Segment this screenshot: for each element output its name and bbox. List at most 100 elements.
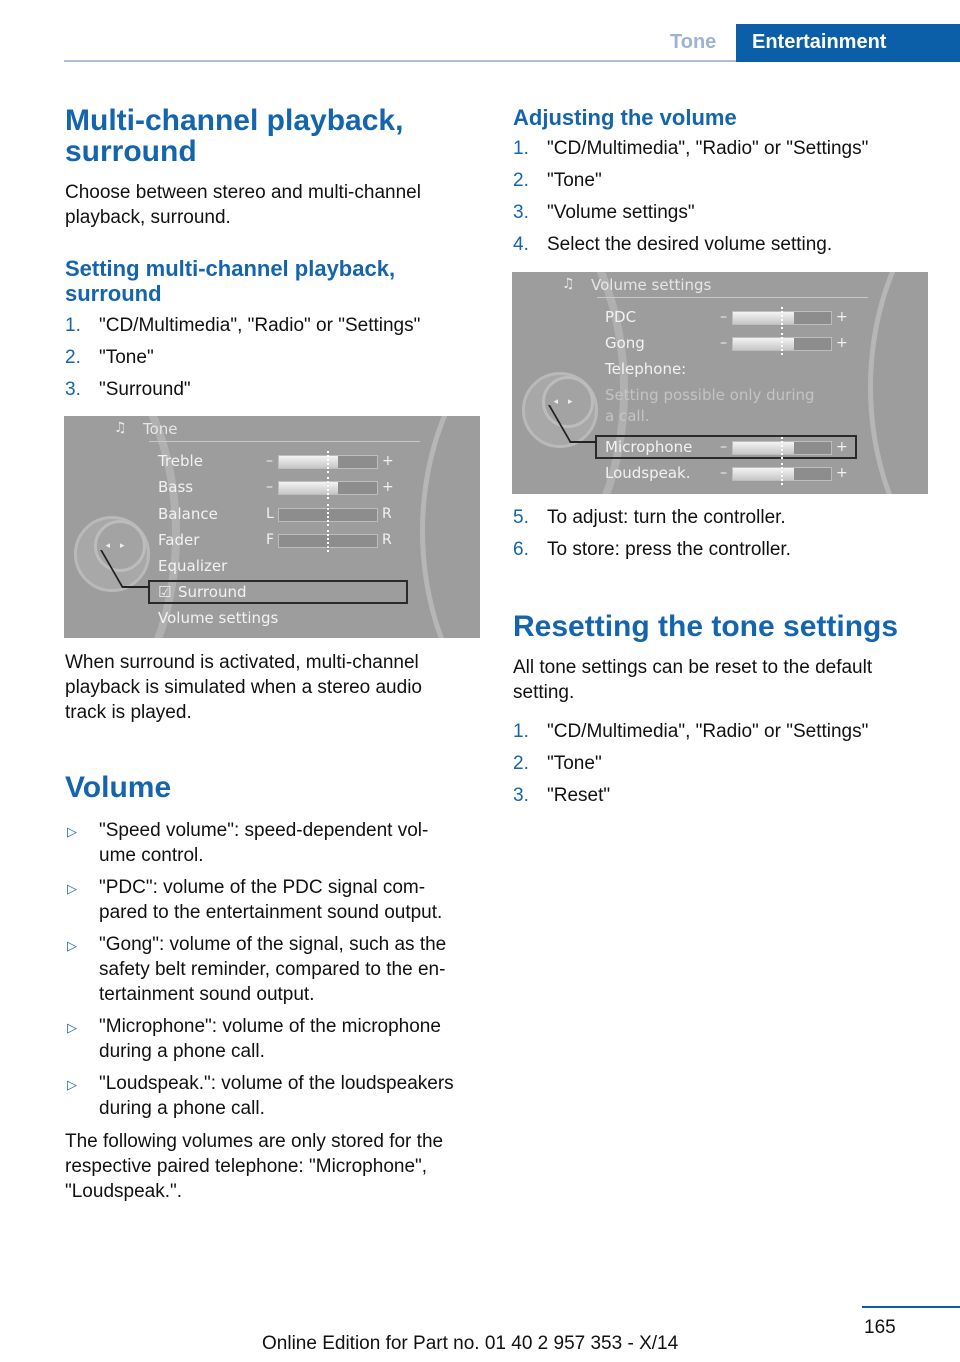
slider-left-label: – xyxy=(720,465,727,481)
bullet-text: "Microphone": volume of the microphone du… xyxy=(99,1014,519,1064)
step-number: 4. xyxy=(513,234,529,255)
slider-center-mark xyxy=(327,530,331,552)
checkbox-checked-icon: ☑ xyxy=(158,583,172,601)
slider-center-mark xyxy=(781,333,785,355)
bullet-item: ▷ "Gong": volume of the signal, such as t… xyxy=(65,932,519,1007)
screen-header-line xyxy=(597,297,868,298)
slider-track[interactable] xyxy=(732,307,832,329)
slider-right-label: + xyxy=(382,453,394,469)
slider-right-label: R xyxy=(382,506,392,522)
intro-text: Choose between stereo and multi-channel … xyxy=(65,182,421,228)
header-chapter-tab: Entertainment xyxy=(736,24,960,62)
step-number: 6. xyxy=(513,539,529,560)
slider-track[interactable] xyxy=(732,463,832,485)
slider-track[interactable] xyxy=(278,451,378,473)
bullet-item: ▷ "PDC": volume of the PDC signal com-par… xyxy=(65,875,519,925)
reset-title: Resetting the tone settings xyxy=(513,610,899,643)
list-item: 2. "Tone" xyxy=(513,168,947,193)
menu-item-label: Balance xyxy=(158,505,218,523)
slider-center-mark xyxy=(781,463,785,485)
step-text: "Tone" xyxy=(547,753,602,774)
manual-page: Tone Entertainment Multi-channel playbac… xyxy=(0,0,960,1362)
slider-right-label: + xyxy=(836,439,848,455)
list-item: 1. "CD/Multimedia", "Radio" or "Settings" xyxy=(65,313,499,338)
slider-center-mark xyxy=(327,477,331,499)
bullet-line: pared to the entertainment sound output. xyxy=(99,902,443,923)
menu-item-label: Treble xyxy=(158,452,203,470)
step-text: "Tone" xyxy=(99,347,154,368)
footer-edition: Online Edition for Part no. 01 40 2 957 … xyxy=(262,1333,679,1354)
list-item: 5. To adjust: turn the controller. xyxy=(513,505,947,530)
step-number: 3. xyxy=(513,202,529,223)
slider-track[interactable] xyxy=(278,530,378,552)
list-item: 3. "Volume settings" xyxy=(513,200,947,225)
tone-menu-screenshot: ◂▸ ♫ Tone Treble – + Bass – + Balance L R Fader F R Equ… xyxy=(64,416,480,638)
bullet-line: during a phone call. xyxy=(99,1041,265,1062)
step-text: "CD/Multimedia", "Radio" or "Settings" xyxy=(99,315,421,336)
bullet-triangle-icon: ▷ xyxy=(67,938,77,953)
slider-right-label: + xyxy=(836,465,848,481)
list-item: 3. "Surround" xyxy=(65,377,499,402)
bullet-line: "Gong": volume of the signal, such as th… xyxy=(99,934,447,955)
slider-left-label: – xyxy=(720,439,727,455)
menu-item-label: Microphone xyxy=(605,438,693,456)
volume-settings-screenshot: ◂▸ ♫ Volume settings PDC – + Gong – + Telephone: S… xyxy=(512,272,928,494)
list-item: 3. "Reset" xyxy=(513,783,947,808)
step-number: 3. xyxy=(65,379,81,400)
bullet-text: "Loudspeak.": volume of the loudspeakers… xyxy=(99,1071,519,1121)
bullet-line: "Speed volume": speed-dependent vol- xyxy=(99,820,429,841)
bullet-line: safety belt reminder, compared to the en… xyxy=(99,959,446,980)
bullet-line: "PDC": volume of the PDC signal com- xyxy=(99,877,426,898)
step-text: "Tone" xyxy=(547,170,602,191)
bullet-triangle-icon: ▷ xyxy=(67,1077,77,1092)
list-item: 2. "Tone" xyxy=(513,751,947,776)
step-text: "CD/Multimedia", "Radio" or "Settings" xyxy=(547,721,869,742)
list-item: 1. "CD/Multimedia", "Radio" or "Settings" xyxy=(513,136,947,161)
slider-track[interactable] xyxy=(278,504,378,526)
list-item: 2. "Tone" xyxy=(65,345,499,370)
header-section: Tone xyxy=(670,31,717,53)
slider-left-label: – xyxy=(720,309,727,325)
slider-left-label: – xyxy=(266,453,273,469)
slider-right-label: + xyxy=(836,309,848,325)
slider-center-mark xyxy=(327,451,331,473)
menu-item-label: Telephone: xyxy=(605,360,687,378)
step-text: To store: press the controller. xyxy=(547,539,791,560)
bullet-line: ume control. xyxy=(99,845,204,866)
slider-right-label: + xyxy=(382,479,394,495)
menu-item-label: PDC xyxy=(605,308,637,326)
screen-title: Volume settings xyxy=(591,276,712,294)
surround-note: When surround is activated, multi-channe… xyxy=(65,652,422,723)
bullet-triangle-icon: ▷ xyxy=(67,881,77,896)
menu-item-label: Bass xyxy=(158,478,194,496)
step-number: 3. xyxy=(513,785,529,806)
screen-header-line xyxy=(149,441,420,442)
reset-intro: All tone settings can be reset to the de… xyxy=(513,657,873,703)
step-text: "Volume settings" xyxy=(547,202,695,223)
bullet-text: "Speed volume": speed-dependent vol-ume … xyxy=(99,818,519,868)
bullet-triangle-icon: ▷ xyxy=(67,824,77,839)
slider-left-label: L xyxy=(266,506,274,522)
step-number: 5. xyxy=(513,507,529,528)
list-item: 1. "CD/Multimedia", "Radio" or "Settings" xyxy=(513,719,947,744)
step-number: 2. xyxy=(65,347,81,368)
slider-left-label: F xyxy=(266,532,275,548)
header-chapter: Entertainment xyxy=(752,31,887,53)
slider-track[interactable] xyxy=(732,437,832,459)
screen-title-icon: ♫ xyxy=(114,420,127,436)
bullet-line: "Microphone": volume of the microphone xyxy=(99,1016,441,1037)
slider-center-mark xyxy=(327,504,331,526)
scrollbar-arc xyxy=(420,416,480,638)
menu-item-label: Equalizer xyxy=(158,557,228,575)
menu-item-label: Surround xyxy=(178,583,247,601)
slider-track[interactable] xyxy=(278,477,378,499)
slider-track[interactable] xyxy=(732,333,832,355)
slider-left-label: – xyxy=(720,335,727,351)
step-number: 1. xyxy=(513,721,529,742)
adjusting-volume-title: Adjusting the volume xyxy=(513,105,737,130)
slider-right-label: R xyxy=(382,532,392,548)
step-text: "Surround" xyxy=(99,379,191,400)
bullet-triangle-icon: ▷ xyxy=(67,1020,77,1035)
menu-item-label: Loudspeak. xyxy=(605,464,691,482)
step-number: 2. xyxy=(513,170,529,191)
